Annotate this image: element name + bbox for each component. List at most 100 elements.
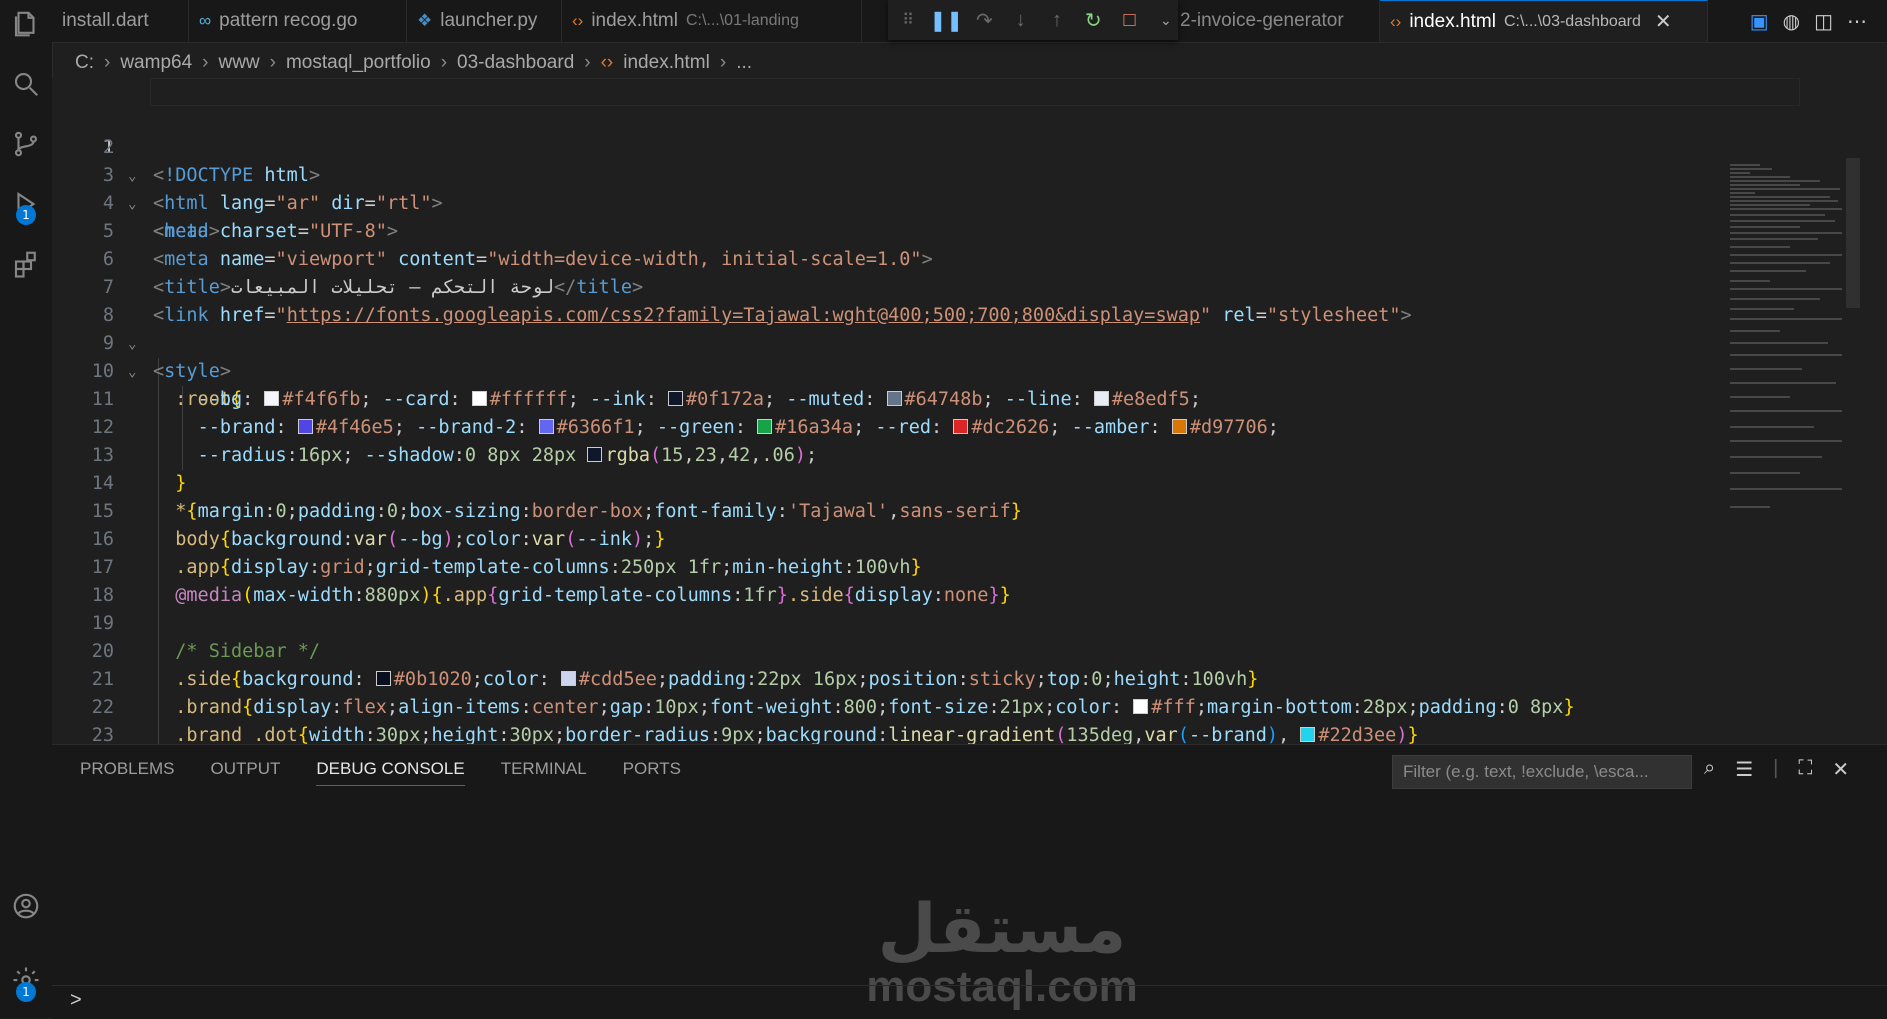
code-line: 22 .brand .dot{width:30px;height:30px;bo… <box>52 666 1862 744</box>
step-out-icon[interactable]: ↑ <box>1045 6 1069 34</box>
open-preview-icon[interactable]: ▣ <box>1750 9 1769 34</box>
chevron-right-icon: › <box>719 52 727 73</box>
tab-output[interactable]: OUTPUT <box>210 759 280 786</box>
breadcrumb: C: › wamp64 › www › mostaql_portfolio › 03-d… <box>75 50 752 76</box>
watermark: مستقل mostaql.com <box>832 895 1172 1009</box>
code-line: 5 <meta name="viewport" content="width=d… <box>52 190 1862 270</box>
more-actions-icon[interactable]: ⋯ <box>1847 9 1867 34</box>
tab-label: 2-invoice-generator <box>1180 10 1344 31</box>
code-line: 10 --bg: #f4f6fb; --card: #ffffff; --ink… <box>52 330 1862 410</box>
code-line: 6 <title>لوحة التحكم — تحليلات المبيعات<… <box>52 218 1862 298</box>
code-line: 7 <link href="https://fonts.googleapis.c… <box>52 246 1862 326</box>
code-line: 21 .brand{display:flex;align-items:cente… <box>52 638 1862 718</box>
breadcrumb-item[interactable]: ... <box>736 52 752 74</box>
editor-actions: ▣ ◍ ◫ ⋯ <box>1750 0 1887 42</box>
step-into-icon[interactable]: ↓ <box>1009 6 1033 34</box>
activity-bar: 1 1 <box>0 0 53 1018</box>
filter-input[interactable]: Filter (e.g. text, !exclude, \esca... <box>1392 755 1692 789</box>
close-icon[interactable]: ✕ <box>1655 9 1672 34</box>
tab-index-html-dashboard[interactable]: ‹› index.html C:\...\03-dashboard ✕ <box>1380 0 1708 42</box>
code-line: 4 <meta charset="UTF-8"> <box>52 162 1862 242</box>
divider: | <box>1773 757 1779 779</box>
code-line: 9 ⌄ :root{ <box>52 302 1862 410</box>
code-line: 15 body{background:var(--bg);color:var(-… <box>52 470 1862 550</box>
bottom-panel: PROBLEMS OUTPUT DEBUG CONSOLE TERMINAL P… <box>52 744 1887 1019</box>
source-control-icon[interactable] <box>0 120 52 168</box>
code-line: 11 --brand: #4f46e5; --brand-2: #6366f1;… <box>52 358 1862 438</box>
go-file-icon: ∞ <box>199 11 212 30</box>
code-line: 18 <box>52 554 1862 606</box>
editor-scrollbar[interactable] <box>1846 158 1860 308</box>
restart-icon[interactable]: ↻ <box>1081 6 1105 34</box>
tab-pattern-recog-go[interactable]: ∞ pattern recog.go <box>189 0 407 42</box>
split-editor-icon[interactable]: ◫ <box>1814 9 1833 34</box>
clear-console-icon[interactable]: ☰ <box>1735 757 1753 782</box>
search-icon[interactable] <box>0 60 52 108</box>
search-icon[interactable]: ⌕ <box>1704 757 1715 782</box>
current-line-highlight <box>150 78 1800 106</box>
close-icon[interactable]: ✕ <box>1832 757 1849 782</box>
run-debug-badge: 1 <box>16 205 36 225</box>
tab-description: C:\...\01-landing <box>685 12 799 29</box>
debug-toolbar: ⠿ ❚❚ ↷ ↓ ↑ ↻ □ ⌄ <box>888 0 1178 40</box>
tab-launcher-py[interactable]: ❖ launcher.py <box>407 0 562 42</box>
chevron-right-icon: › <box>202 52 209 73</box>
tab-ports[interactable]: PORTS <box>623 759 681 786</box>
breadcrumb-item[interactable]: C: <box>75 52 94 74</box>
tab-index-html-landing[interactable]: ‹› index.html C:\...\01-landing <box>562 0 862 42</box>
stop-icon[interactable]: □ <box>1117 6 1141 34</box>
run-debug-icon[interactable]: 1 <box>0 180 52 228</box>
breadcrumb-item[interactable]: wamp64 <box>120 52 192 74</box>
panel-tabs: PROBLEMS OUTPUT DEBUG CONSOLE TERMINAL P… <box>80 759 681 786</box>
tab-install-dart[interactable]: install.dart <box>52 0 189 42</box>
explorer-icon[interactable] <box>0 0 52 48</box>
code-line: 1 <!DOCTYPE html> <box>52 78 1862 186</box>
html-file-icon: ‹› <box>572 11 584 30</box>
settings-gear-icon[interactable]: 1 <box>0 956 52 1004</box>
tab-problems[interactable]: PROBLEMS <box>80 759 174 786</box>
html-file-icon: ‹› <box>600 52 614 73</box>
step-over-icon[interactable]: ↷ <box>972 6 996 34</box>
chevron-right-icon: › <box>269 52 276 73</box>
code-line: 14 *{margin:0;padding:0;box-sizing:borde… <box>52 442 1862 522</box>
settings-badge: 1 <box>16 982 36 1002</box>
code-line: 23 .nav a{display:flex;align-items:cente… <box>52 694 1862 744</box>
pause-icon[interactable]: ❚❚ <box>930 6 964 34</box>
maximize-panel-icon[interactable]: ⛶ <box>1798 757 1812 782</box>
code-text: .brand .dot{width:30px;height:30px;borde… <box>175 725 1419 744</box>
tab-description: C:\...\03-dashboard <box>1503 12 1641 30</box>
divider <box>52 985 1887 986</box>
code-line: 17 @media(max-width:880px){.app{grid-tem… <box>52 526 1862 606</box>
console-prompt[interactable]: > <box>70 989 82 1012</box>
globe-icon[interactable]: ◍ <box>1783 9 1800 34</box>
minimap[interactable] <box>1730 158 1842 524</box>
color-swatch[interactable] <box>1300 727 1316 742</box>
tab-debug-console[interactable]: DEBUG CONSOLE <box>316 759 465 786</box>
tab-label: install.dart <box>62 10 149 31</box>
code-line: 20 .side{background: #0b1020;color: #cdd… <box>52 610 1862 690</box>
chevron-right-icon: › <box>440 52 448 73</box>
breadcrumb-item[interactable]: www <box>218 52 259 74</box>
breadcrumb-item[interactable]: 03-dashboard <box>457 52 574 74</box>
panel-actions: ⌕ ☰ | ⛶ ✕ <box>1704 757 1849 782</box>
tab-terminal[interactable]: TERMINAL <box>501 759 587 786</box>
code-line: 12 --radius:16px; --shadow:0 8px 28px rg… <box>52 386 1862 466</box>
code-line: 8 ⌄ <style> <box>52 274 1862 382</box>
breadcrumb-item[interactable]: mostaql_portfolio <box>286 52 431 74</box>
code-line: 2 ⌄ <html lang="ar" dir="rtl"> <box>52 106 1862 214</box>
drag-handle-icon[interactable]: ⠿ <box>896 6 920 34</box>
accounts-icon[interactable] <box>0 882 52 930</box>
html-file-icon: ‹› <box>1390 11 1402 31</box>
line-number: 23 <box>91 725 114 744</box>
extensions-icon[interactable] <box>0 240 52 288</box>
code-editor[interactable]: 1 <!DOCTYPE html> 2 ⌄ <html lang="ar" di… <box>52 78 1862 744</box>
code-line: 19 /* Sidebar */ <box>52 582 1862 662</box>
watermark-english: mostaql.com <box>866 962 1138 1011</box>
chevron-down-icon[interactable]: ⌄ <box>1154 6 1178 34</box>
tab-label: launcher.py <box>440 10 538 31</box>
breadcrumb-item[interactable]: index.html <box>623 52 710 74</box>
code-line: 16 .app{display:grid;grid-template-colum… <box>52 498 1862 578</box>
tab-invoice-generator[interactable]: 2-invoice-generator <box>1170 0 1380 42</box>
tab-label: index.html <box>1409 10 1496 32</box>
chevron-right-icon: › <box>104 52 111 73</box>
